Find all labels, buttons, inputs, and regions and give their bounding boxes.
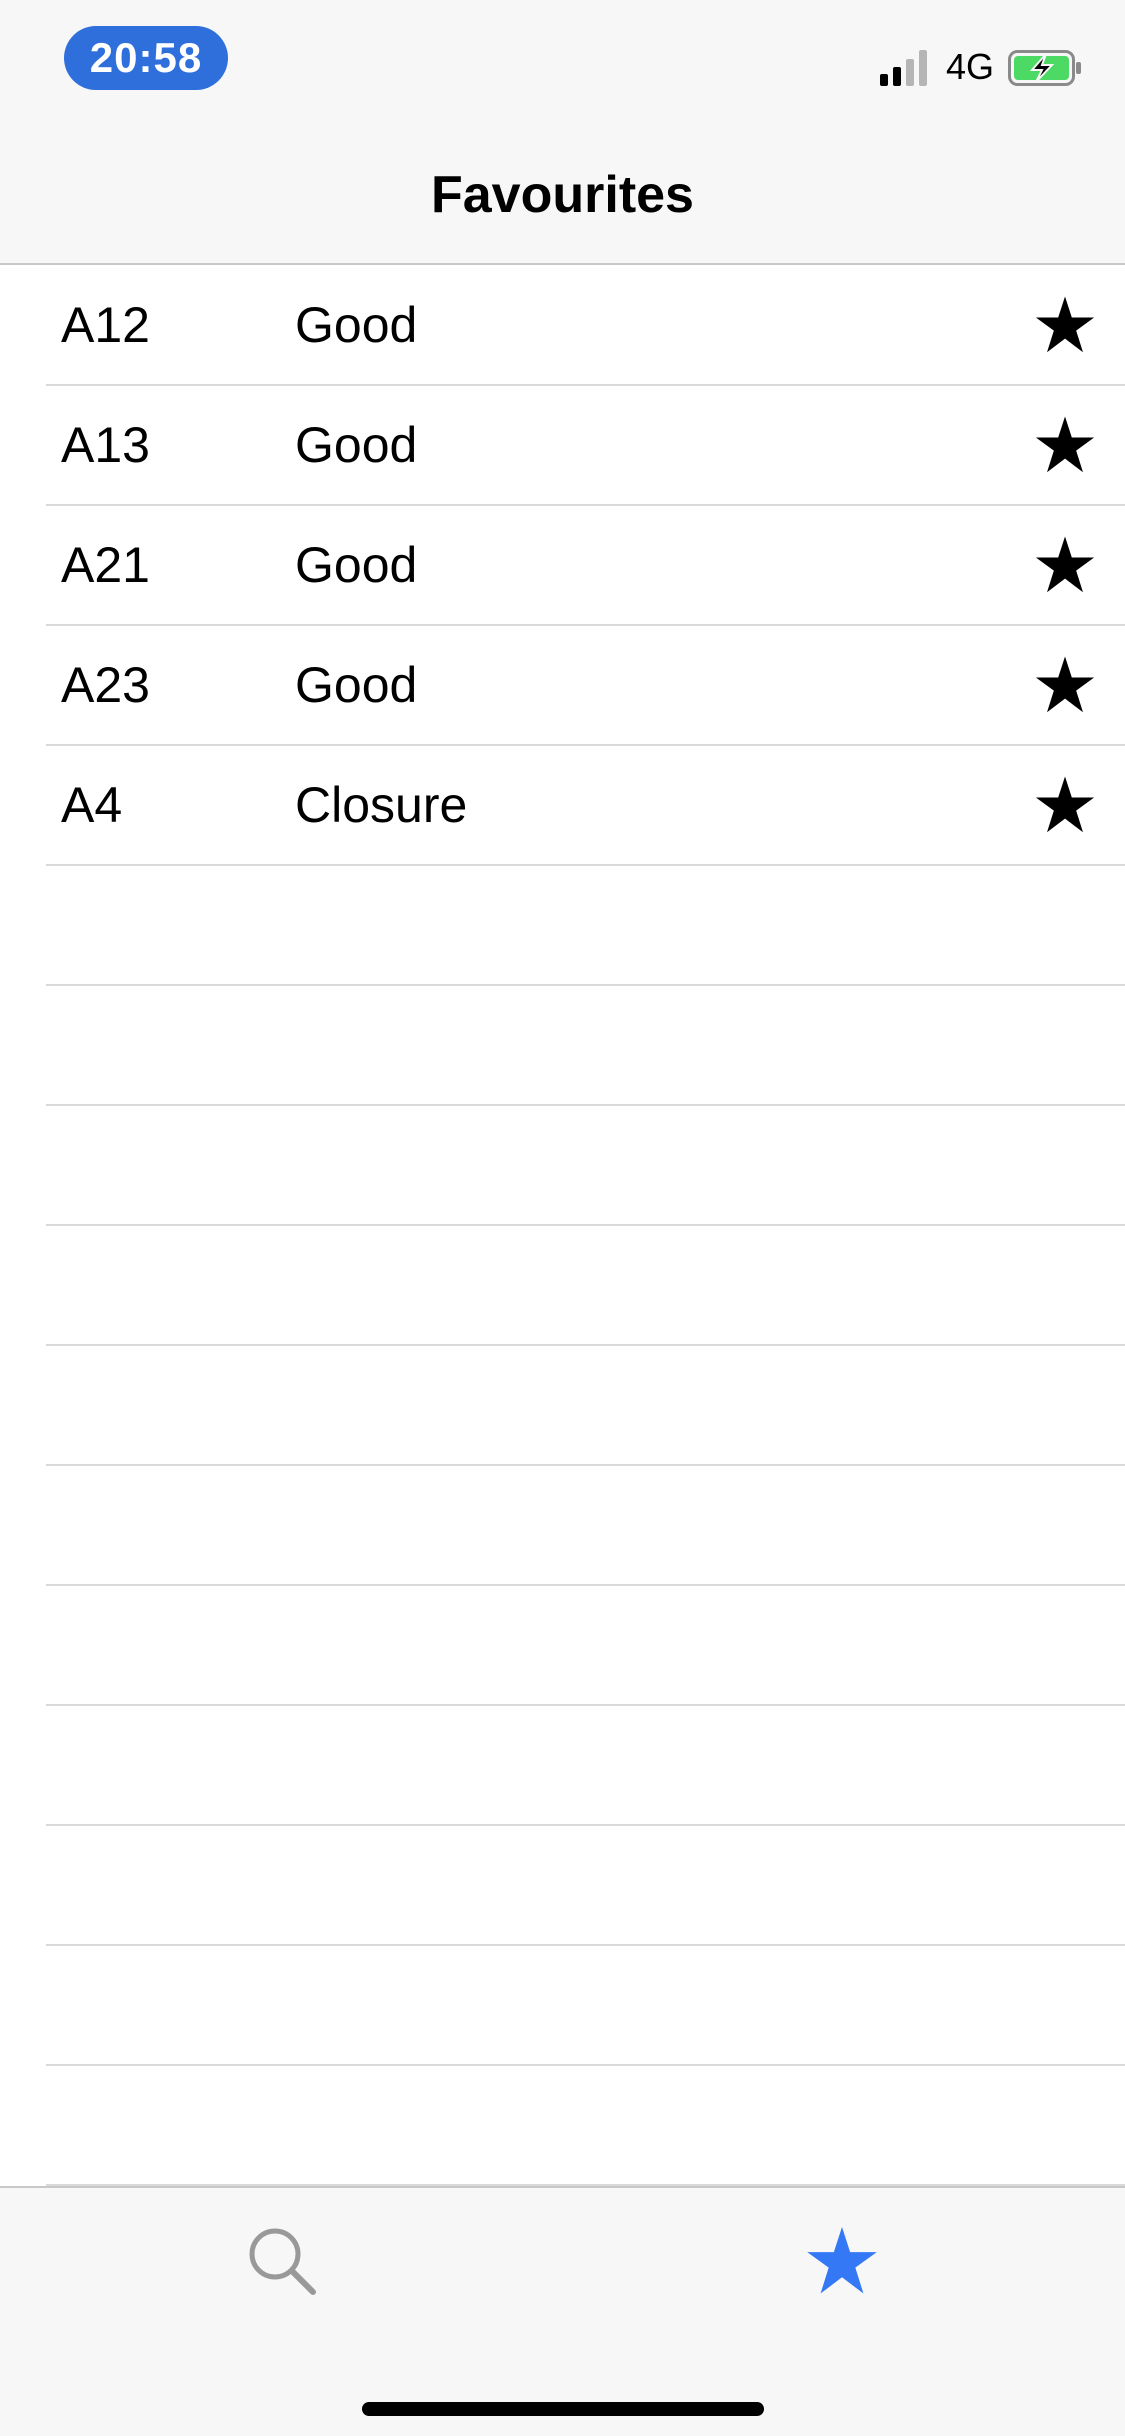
- road-name: A21: [61, 537, 150, 593]
- list-item[interactable]: A12 Good: [46, 266, 1125, 386]
- magnifying-glass-icon: [249, 2228, 316, 2295]
- navigation-bar: Favourites: [0, 132, 1125, 265]
- cellular-signal-icon: [880, 50, 927, 86]
- empty-row: [46, 2066, 1125, 2186]
- favourites-list[interactable]: A12 Good A13 Good A21 Good A23 Good A4 C…: [0, 266, 1125, 2186]
- empty-row: [46, 1226, 1125, 1346]
- road-name: A23: [61, 657, 150, 713]
- star-filled-icon[interactable]: [1034, 414, 1096, 476]
- empty-row: [46, 1346, 1125, 1466]
- road-name: A4: [61, 777, 123, 833]
- empty-row: [46, 1946, 1125, 2066]
- empty-row: [46, 1586, 1125, 1706]
- road-status: Good: [295, 657, 418, 713]
- road-status: Good: [295, 297, 418, 353]
- home-indicator[interactable]: [362, 2402, 764, 2416]
- tab-bar: [0, 2186, 1125, 2436]
- star-filled-icon[interactable]: [1034, 294, 1096, 356]
- network-type: 4G: [946, 46, 995, 87]
- battery-charging-icon: [1008, 50, 1081, 86]
- star-filled-icon[interactable]: [1034, 774, 1096, 836]
- road-name: A12: [61, 297, 150, 353]
- list-item[interactable]: A4 Closure: [46, 746, 1125, 866]
- tab-search[interactable]: [222, 2206, 342, 2316]
- star-filled-icon[interactable]: [1034, 534, 1096, 596]
- empty-row: [46, 986, 1125, 1106]
- empty-row: [46, 1826, 1125, 1946]
- tab-favourites[interactable]: [782, 2206, 902, 2316]
- empty-row: [46, 1106, 1125, 1226]
- empty-row: [46, 1466, 1125, 1586]
- status-time[interactable]: 20:58: [64, 26, 228, 90]
- empty-row: [46, 1706, 1125, 1826]
- road-status: Good: [295, 417, 418, 473]
- page-title: Favourites: [431, 165, 694, 224]
- list-item[interactable]: A21 Good: [46, 506, 1125, 626]
- empty-row: [46, 866, 1125, 986]
- status-bar: 20:58 4G: [0, 0, 1125, 132]
- star-filled-icon[interactable]: [1034, 654, 1096, 716]
- list-item[interactable]: A23 Good: [46, 626, 1125, 746]
- road-name: A13: [61, 417, 150, 473]
- star-icon: [807, 2226, 877, 2294]
- list-item[interactable]: A13 Good: [46, 386, 1125, 506]
- road-status: Good: [295, 537, 418, 593]
- road-status: Closure: [295, 777, 468, 833]
